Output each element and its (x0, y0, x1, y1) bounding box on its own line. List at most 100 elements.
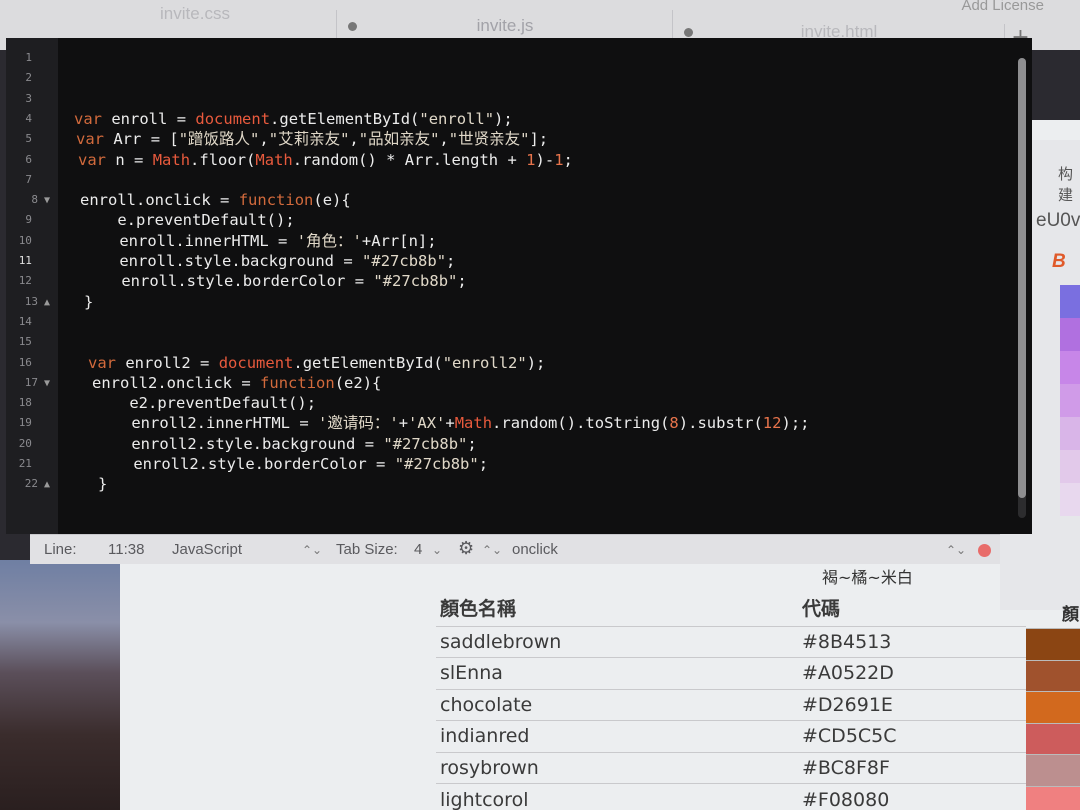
line-number-text: 17 (24, 375, 38, 389)
symbol-selector[interactable]: onclick (512, 541, 558, 558)
color-swatch (1026, 691, 1080, 723)
line-number-text: 20 (18, 436, 32, 450)
code-line[interactable]: enroll2.onclick = function(e2){ (92, 373, 381, 393)
tab-size-chevron-icon[interactable]: ⌄ (432, 543, 442, 557)
fold-close-icon[interactable]: ▲ (38, 297, 50, 308)
color-name-cell: slEnna (436, 657, 798, 689)
language-selector[interactable]: JavaScript (172, 541, 242, 558)
fold-open-icon[interactable]: ▼ (38, 195, 50, 206)
color-code-cell: #A0522D (798, 657, 1026, 689)
color-group-caption: 褐~橘~米白 (822, 568, 913, 587)
line-number-text: 10 (18, 233, 32, 247)
code-line[interactable]: enroll2.style.background = "#27cb8b"; (94, 434, 476, 454)
side-swatch (1060, 450, 1080, 483)
line-number-text: 16 (18, 355, 32, 369)
line-number: 10 (19, 231, 50, 251)
color-code-cell: #D2691E (798, 688, 1026, 721)
code-line[interactable]: var enroll = document.getElementById("en… (74, 109, 513, 129)
table-row: rosybrown #BC8F8F (436, 751, 1026, 784)
side-swatch (1060, 417, 1080, 450)
line-number: 13 ▲ (25, 292, 50, 312)
line-number: 11 (19, 251, 50, 271)
line-number-gutter: 1 2 3 4 5 6 7 8 ▼ 9 10 11 12 13 ▲ 14 15 16… (6, 38, 58, 534)
language-label: JavaScript (172, 541, 243, 558)
tab-label: invite.css (160, 4, 230, 23)
code-line[interactable]: } (84, 292, 93, 312)
line-number-text: 9 (25, 213, 32, 227)
color-code-cell: #BC8F8F (798, 751, 1026, 784)
color-table: 顏色名稱 代碼 saddlebrown #8B4513 slEnna #A0522D c… (436, 590, 1026, 810)
line-number-text: 3 (25, 91, 32, 105)
gear-icon[interactable]: ⚙ (458, 538, 474, 559)
line-number: 1 (25, 48, 50, 68)
tab-size-selector[interactable]: 4 (414, 541, 422, 558)
code-line[interactable]: enroll2.style.borderColor = "#27cb8b"; (96, 454, 488, 474)
settings-chevron-icon[interactable]: ⌃⌄ (482, 543, 502, 557)
line-number: 9 (25, 210, 50, 230)
record-indicator-icon[interactable] (978, 544, 991, 557)
code-line[interactable]: e.preventDefault(); (80, 210, 294, 230)
color-code-cell: #8B4513 (798, 625, 1026, 658)
fold-close-icon[interactable]: ▲ (38, 479, 50, 490)
code-line[interactable]: enroll2.innerHTML = '邀请码：'+'AX'+Math.ran… (94, 413, 809, 433)
color-swatch (1026, 628, 1080, 660)
line-number: 2 (25, 68, 50, 88)
code-line[interactable]: var Arr = ["蹭饭路人","艾莉亲友","品如亲友","世贤亲友"]; (76, 129, 548, 149)
line-number-text: 19 (18, 416, 32, 430)
symbol-label: onclick (512, 541, 558, 558)
side-swatch (1060, 483, 1080, 516)
side-swatch (1060, 285, 1080, 318)
add-license-link[interactable]: Add License (961, 0, 1044, 14)
tab-invite-css[interactable]: invite.css (60, 0, 330, 36)
line-number: 15 (19, 332, 50, 352)
table-row: lightcorol #F08080 (436, 783, 1026, 810)
color-swatch (1026, 754, 1080, 786)
color-code-cell: #CD5C5C (798, 720, 1026, 752)
side-text-2: eU0vl (1036, 210, 1080, 231)
code-line[interactable]: var enroll2 = document.getElementById("e… (88, 353, 545, 373)
code-line[interactable]: e2.preventDefault(); (92, 393, 316, 413)
code-line[interactable]: enroll.style.borderColor = "#27cb8b"; (84, 271, 466, 291)
code-line[interactable]: enroll.style.background = "#27cb8b"; (82, 251, 455, 271)
language-chevron-icon[interactable]: ⌃⌄ (302, 543, 322, 557)
line-number-text: 2 (25, 71, 32, 85)
line-number-text: 5 (25, 132, 32, 146)
scrollbar-thumb[interactable] (1018, 58, 1026, 498)
line-number: 21 (19, 454, 50, 474)
unsaved-dot-icon (684, 27, 693, 37)
line-number-text: 21 (18, 457, 32, 470)
code-line[interactable]: enroll.innerHTML = '角色：'+Arr[n]; (82, 231, 436, 251)
unsaved-dot-icon (348, 21, 357, 31)
color-name-cell: indianred (436, 720, 798, 752)
code-line[interactable]: enroll.onclick = function(e){ (80, 190, 351, 210)
column-header-name: 顏色名稱 (440, 598, 517, 621)
side-swatch (1060, 318, 1080, 351)
vertical-scrollbar[interactable] (1018, 58, 1026, 518)
color-name-cell: rosybrown (436, 751, 798, 784)
side-swatches (1060, 285, 1080, 516)
line-number-text: 22 (24, 477, 38, 491)
line-number: 18 (19, 393, 50, 413)
side-swatch (1060, 351, 1080, 384)
color-name-cell: lightcorol (436, 783, 798, 810)
line-number-text: 12 (18, 274, 32, 288)
code-editor[interactable]: 1 2 3 4 5 6 7 8 ▼ 9 10 11 12 13 ▲ 14 15 16… (6, 38, 1032, 534)
code-line[interactable]: } (98, 474, 107, 494)
code-line[interactable]: var n = Math.floor(Math.random() * Arr.l… (78, 150, 573, 170)
line-number-text: 13 (24, 294, 38, 308)
fold-open-icon[interactable]: ▼ (38, 378, 50, 389)
symbol-chevron-icon[interactable]: ⌃⌄ (946, 543, 966, 557)
tab-size-value: 4 (414, 541, 423, 558)
line-number: 19 (19, 413, 50, 433)
